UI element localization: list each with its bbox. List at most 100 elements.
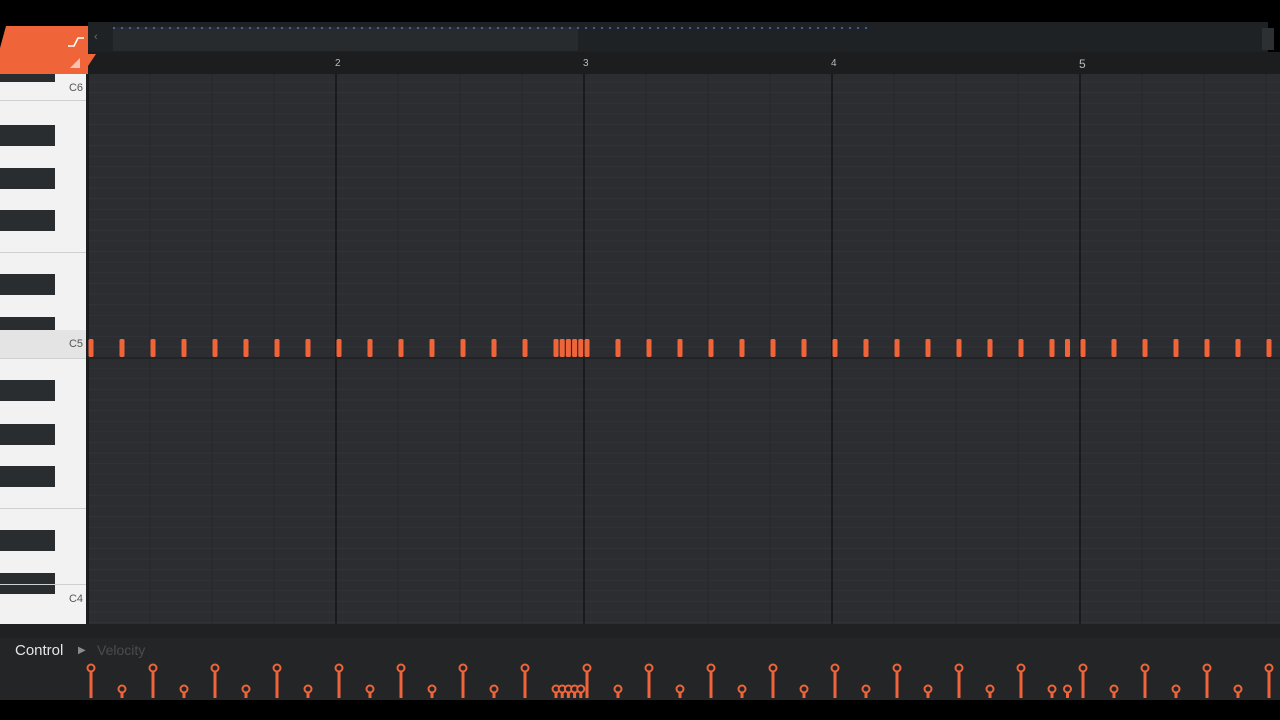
note-block[interactable] bbox=[1111, 339, 1117, 357]
velocity-handle[interactable] bbox=[396, 663, 406, 673]
velocity-handle[interactable] bbox=[1016, 663, 1026, 673]
black-key[interactable] bbox=[0, 424, 55, 445]
note-block[interactable] bbox=[460, 339, 466, 357]
velocity-handle[interactable] bbox=[427, 684, 437, 694]
note-block[interactable] bbox=[832, 339, 838, 357]
black-key[interactable] bbox=[0, 125, 55, 146]
black-key[interactable] bbox=[0, 380, 55, 401]
note-block[interactable] bbox=[925, 339, 931, 357]
note-block[interactable] bbox=[553, 339, 559, 357]
timeline-ruler[interactable]: 2 3 4 5 bbox=[88, 52, 1280, 75]
note-block[interactable] bbox=[987, 339, 993, 357]
velocity-handle[interactable] bbox=[675, 684, 685, 694]
note-block[interactable] bbox=[274, 339, 280, 357]
note-block[interactable] bbox=[367, 339, 373, 357]
note-block[interactable] bbox=[1204, 339, 1210, 357]
piano-roll-grid[interactable] bbox=[88, 74, 1280, 624]
note-block[interactable] bbox=[615, 339, 621, 357]
velocity-handle[interactable] bbox=[985, 684, 995, 694]
velocity-handle[interactable] bbox=[1140, 663, 1150, 673]
tool-menu-corner[interactable] bbox=[0, 26, 88, 74]
playhead-marker-icon[interactable] bbox=[88, 54, 98, 70]
black-key[interactable] bbox=[0, 466, 55, 487]
note-block[interactable] bbox=[1173, 339, 1179, 357]
scroll-right-button[interactable] bbox=[1262, 28, 1274, 50]
velocity-handle[interactable] bbox=[179, 684, 189, 694]
note-block[interactable] bbox=[1065, 339, 1070, 357]
note-block[interactable] bbox=[578, 339, 584, 357]
velocity-handle[interactable] bbox=[334, 663, 344, 673]
velocity-handle[interactable] bbox=[830, 663, 840, 673]
piano-keyboard[interactable]: C6 C5 C4 bbox=[0, 74, 88, 624]
velocity-handle[interactable] bbox=[706, 663, 716, 673]
black-key[interactable] bbox=[0, 274, 55, 295]
note-block[interactable] bbox=[894, 339, 900, 357]
velocity-handle[interactable] bbox=[1063, 684, 1072, 694]
note-block[interactable] bbox=[646, 339, 652, 357]
note-block[interactable] bbox=[336, 339, 342, 357]
velocity-handle[interactable] bbox=[1047, 684, 1057, 694]
velocity-handle[interactable] bbox=[923, 684, 933, 694]
note-block[interactable] bbox=[491, 339, 497, 357]
velocity-handle[interactable] bbox=[644, 663, 654, 673]
velocity-handle[interactable] bbox=[241, 684, 251, 694]
velocity-handle[interactable] bbox=[458, 663, 468, 673]
velocity-handle[interactable] bbox=[86, 663, 96, 673]
velocity-handle[interactable] bbox=[1109, 684, 1119, 694]
velocity-handle[interactable] bbox=[489, 684, 499, 694]
velocity-handle[interactable] bbox=[799, 684, 809, 694]
velocity-handle[interactable] bbox=[861, 684, 871, 694]
note-block[interactable] bbox=[739, 339, 745, 357]
note-block[interactable] bbox=[1266, 339, 1272, 357]
note-grid-canvas[interactable] bbox=[88, 74, 1280, 624]
note-block[interactable] bbox=[181, 339, 187, 357]
note-block[interactable] bbox=[584, 339, 590, 357]
note-block[interactable] bbox=[1049, 339, 1055, 357]
note-block[interactable] bbox=[305, 339, 311, 357]
note-block[interactable] bbox=[212, 339, 218, 357]
scroll-left-icon[interactable]: ‹ bbox=[94, 31, 98, 43]
velocity-handle[interactable] bbox=[1202, 663, 1212, 673]
black-key[interactable] bbox=[0, 210, 55, 231]
note-block[interactable] bbox=[559, 339, 565, 357]
note-block[interactable] bbox=[565, 339, 571, 357]
velocity-handle[interactable] bbox=[117, 684, 127, 694]
velocity-handle[interactable] bbox=[1264, 663, 1274, 673]
velocity-handle[interactable] bbox=[768, 663, 778, 673]
note-block[interactable] bbox=[677, 339, 683, 357]
note-block[interactable] bbox=[119, 339, 125, 357]
note-block[interactable] bbox=[1080, 339, 1086, 357]
note-block[interactable] bbox=[863, 339, 869, 357]
control-label[interactable]: Control bbox=[15, 642, 63, 659]
velocity-handle[interactable] bbox=[582, 663, 592, 673]
control-lane[interactable]: Control ▶ Velocity bbox=[0, 638, 1280, 700]
control-parameter[interactable]: Velocity bbox=[97, 642, 145, 658]
note-block[interactable] bbox=[429, 339, 435, 357]
note-block[interactable] bbox=[88, 339, 94, 357]
velocity-handle[interactable] bbox=[365, 684, 375, 694]
velocity-handle[interactable] bbox=[272, 663, 282, 673]
note-block[interactable] bbox=[1142, 339, 1148, 357]
velocity-handle[interactable] bbox=[1078, 663, 1088, 673]
black-key[interactable] bbox=[0, 530, 55, 551]
note-block[interactable] bbox=[1235, 339, 1241, 357]
velocity-handle[interactable] bbox=[148, 663, 158, 673]
note-block[interactable] bbox=[770, 339, 776, 357]
velocity-handle[interactable] bbox=[576, 684, 586, 694]
velocity-handle[interactable] bbox=[1233, 684, 1243, 694]
black-key[interactable] bbox=[0, 168, 55, 189]
note-block[interactable] bbox=[522, 339, 528, 357]
note-block[interactable] bbox=[708, 339, 714, 357]
velocity-handle[interactable] bbox=[954, 663, 964, 673]
black-key[interactable] bbox=[0, 74, 55, 82]
velocity-handle[interactable] bbox=[613, 684, 623, 694]
note-block[interactable] bbox=[150, 339, 156, 357]
note-block[interactable] bbox=[243, 339, 249, 357]
control-menu-arrow-icon[interactable]: ▶ bbox=[78, 645, 86, 656]
velocity-handle[interactable] bbox=[1171, 684, 1181, 694]
velocity-handle[interactable] bbox=[892, 663, 902, 673]
velocity-handle[interactable] bbox=[520, 663, 530, 673]
velocity-handle[interactable] bbox=[210, 663, 220, 673]
velocity-lane-canvas[interactable] bbox=[0, 638, 1280, 700]
note-block[interactable] bbox=[1018, 339, 1024, 357]
